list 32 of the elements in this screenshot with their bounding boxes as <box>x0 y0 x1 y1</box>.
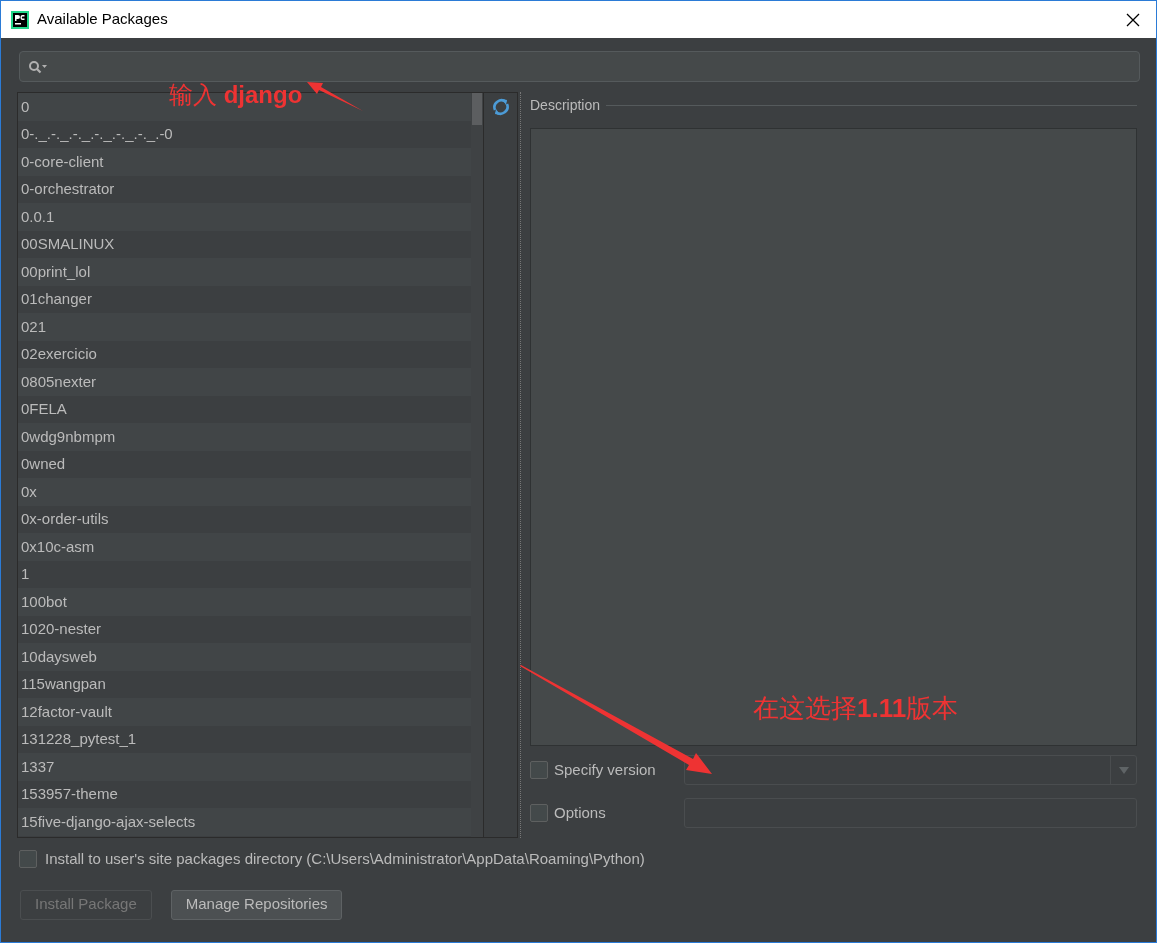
splitter-handle[interactable] <box>520 92 524 838</box>
checkbox-label: Install to user's site packages directory (C:\Users\Administrator\AppData\Roaming\Python) <box>45 849 645 869</box>
annotation-text: 在这选择1.11版本 <box>753 692 959 725</box>
package-list-item[interactable]: 10daysweb <box>18 643 471 671</box>
package-list-item[interactable]: 00print_lol <box>18 258 471 286</box>
package-list-item[interactable]: 1337 <box>18 753 471 781</box>
refresh-icon[interactable] <box>490 97 511 117</box>
section-label: Description <box>530 96 601 115</box>
close-icon[interactable] <box>1126 12 1140 27</box>
package-list-item[interactable]: 15five-django-ajax-selects <box>18 808 471 836</box>
package-list-item[interactable]: 0.0.1 <box>18 203 471 231</box>
version-dropdown[interactable] <box>684 755 1137 785</box>
checkbox[interactable] <box>530 761 548 779</box>
package-list-item[interactable]: 0x <box>18 478 471 506</box>
package-list-item[interactable]: 12factor-vault <box>18 698 471 726</box>
checkbox[interactable] <box>19 850 37 869</box>
package-list-item[interactable]: 021 <box>18 313 471 341</box>
scrollbar-thumb[interactable] <box>472 93 482 125</box>
search-field[interactable] <box>19 51 1140 82</box>
search-icon <box>28 59 48 74</box>
app-logo-icon <box>11 10 29 29</box>
checkbox[interactable] <box>530 804 548 822</box>
dropdown-arrow-icon <box>1118 766 1129 774</box>
package-list-item[interactable]: 0805nexter <box>18 368 471 396</box>
package-list-item[interactable]: 0wdg9nbmpm <box>18 423 471 451</box>
package-list-item[interactable]: 0x10c-asm <box>18 533 471 561</box>
window-title: Available Packages <box>37 9 168 30</box>
package-list-item[interactable]: 0-core-client <box>18 148 471 176</box>
checkbox-label: Specify version <box>554 759 657 780</box>
package-list-item[interactable]: 100bot <box>18 588 471 616</box>
dialog-button[interactable]: Manage Repositories <box>170 889 343 920</box>
checkbox-label: Options <box>554 802 607 823</box>
